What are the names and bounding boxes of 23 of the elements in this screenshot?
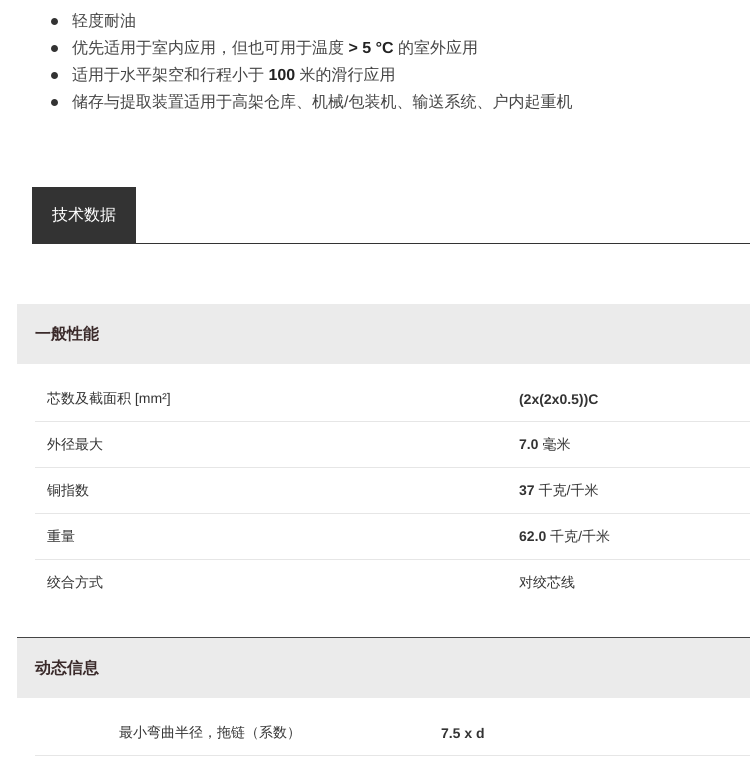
spec-label: 最小弯曲半径，拖链（系数） bbox=[118, 724, 302, 742]
spec-label: 铜指数 bbox=[46, 482, 90, 500]
section-header: 动态信息 bbox=[17, 638, 750, 698]
spec-value: 62.0 千克/千米 bbox=[519, 528, 610, 546]
spec-value: (2x(2x0.5))C bbox=[519, 390, 598, 406]
spec-label: 芯数及截面积 [mm²] bbox=[46, 390, 172, 408]
bullet-icon bbox=[51, 45, 58, 52]
bullet-icon bbox=[51, 72, 58, 79]
feature-text: 优先适用于室内应用，但也可用于温度 > 5 °C 的室外应用 bbox=[72, 38, 478, 59]
spec-value: 对绞芯线 bbox=[519, 574, 575, 592]
tab[interactable]: 技术数据 bbox=[32, 187, 136, 243]
feature-text: 轻度耐油 bbox=[72, 12, 136, 32]
spec-value: 7.0 毫米 bbox=[519, 436, 570, 454]
bullet-icon bbox=[51, 99, 58, 106]
section-header: 一般性能 bbox=[17, 304, 750, 364]
spec-label: 外径最大 bbox=[46, 436, 104, 454]
spec-value: 7.5 x d bbox=[441, 724, 485, 740]
spec-label: 重量 bbox=[46, 528, 76, 546]
bullet-icon bbox=[51, 18, 58, 25]
feature-text: 储存与提取装置适用于高架仓库、机械/包装机、输送系统、户内起重机 bbox=[72, 92, 572, 113]
spec-value: 37 千克/千米 bbox=[519, 482, 598, 500]
spec-label: 绞合方式 bbox=[46, 574, 104, 592]
feature-text: 适用于水平架空和行程小于 100 米的滑行应用 bbox=[72, 66, 396, 86]
